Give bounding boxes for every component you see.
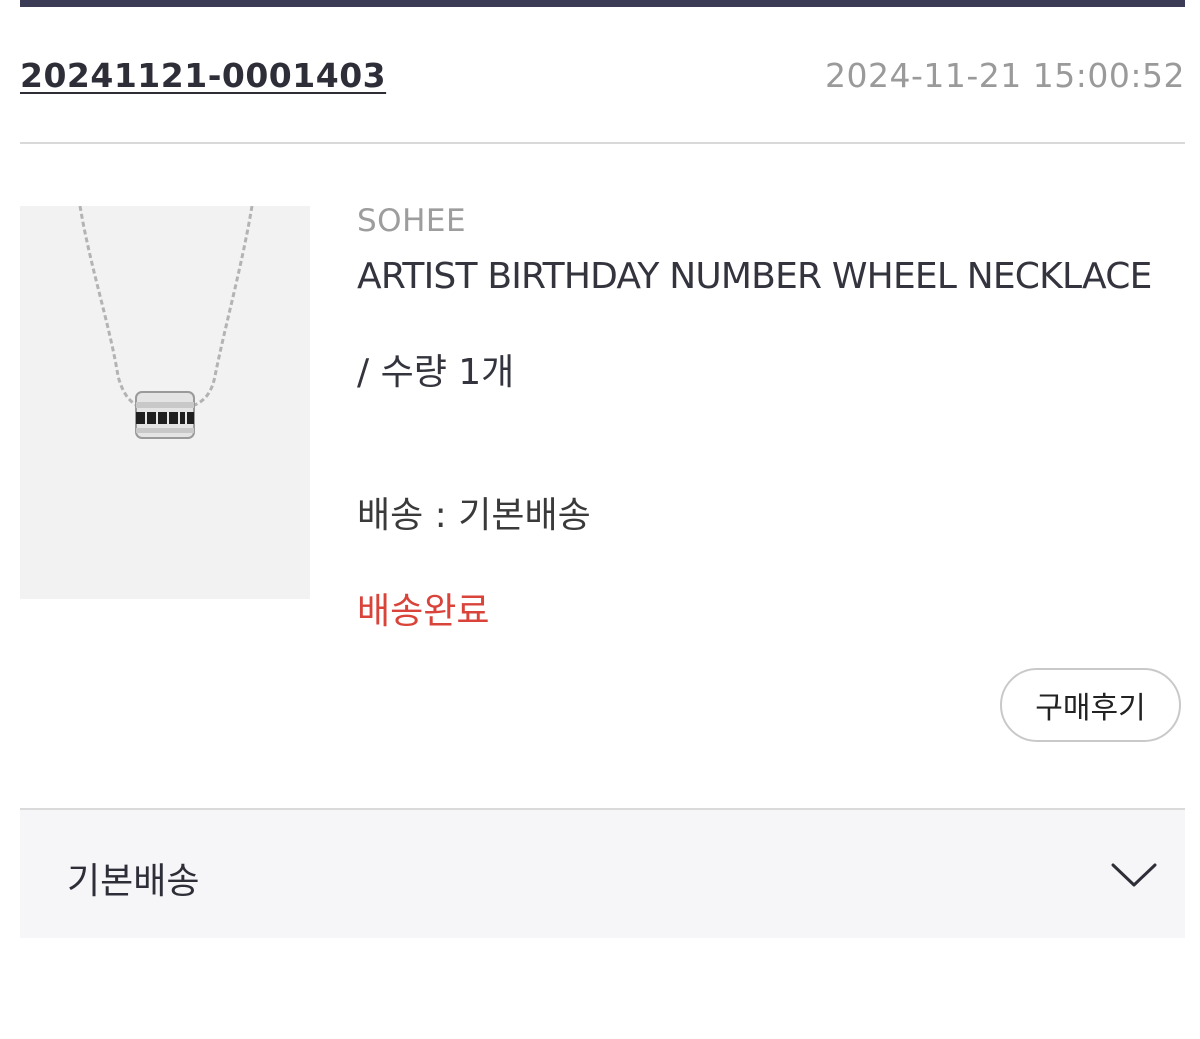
write-review-button[interactable]: 구매후기 <box>1000 668 1181 742</box>
shipping-group-title: 기본배송 <box>67 861 200 902</box>
product-thumbnail[interactable] <box>20 206 310 599</box>
delivery-status: 배송완료 <box>357 591 490 632</box>
shipping-method: 배송 : 기본배송 <box>357 495 591 536</box>
product-name-link[interactable]: ARTIST BIRTHDAY NUMBER WHEEL NECKLACE <box>357 256 1152 297</box>
top-accent-bar <box>20 0 1185 7</box>
shipping-group-accordion[interactable]: 기본배송 <box>20 808 1185 938</box>
order-header: 20241121-0001403 2024-11-21 15:00:52 <box>20 52 1185 102</box>
necklace-image-icon <box>20 206 310 599</box>
product-brand: SOHEE <box>357 203 467 239</box>
product-quantity: / 수량 1개 <box>357 352 515 393</box>
chevron-down-icon[interactable] <box>1110 860 1158 890</box>
header-divider <box>20 142 1185 144</box>
order-number-link[interactable]: 20241121-0001403 <box>20 56 386 95</box>
order-datetime: 2024-11-21 15:00:52 <box>825 56 1185 95</box>
